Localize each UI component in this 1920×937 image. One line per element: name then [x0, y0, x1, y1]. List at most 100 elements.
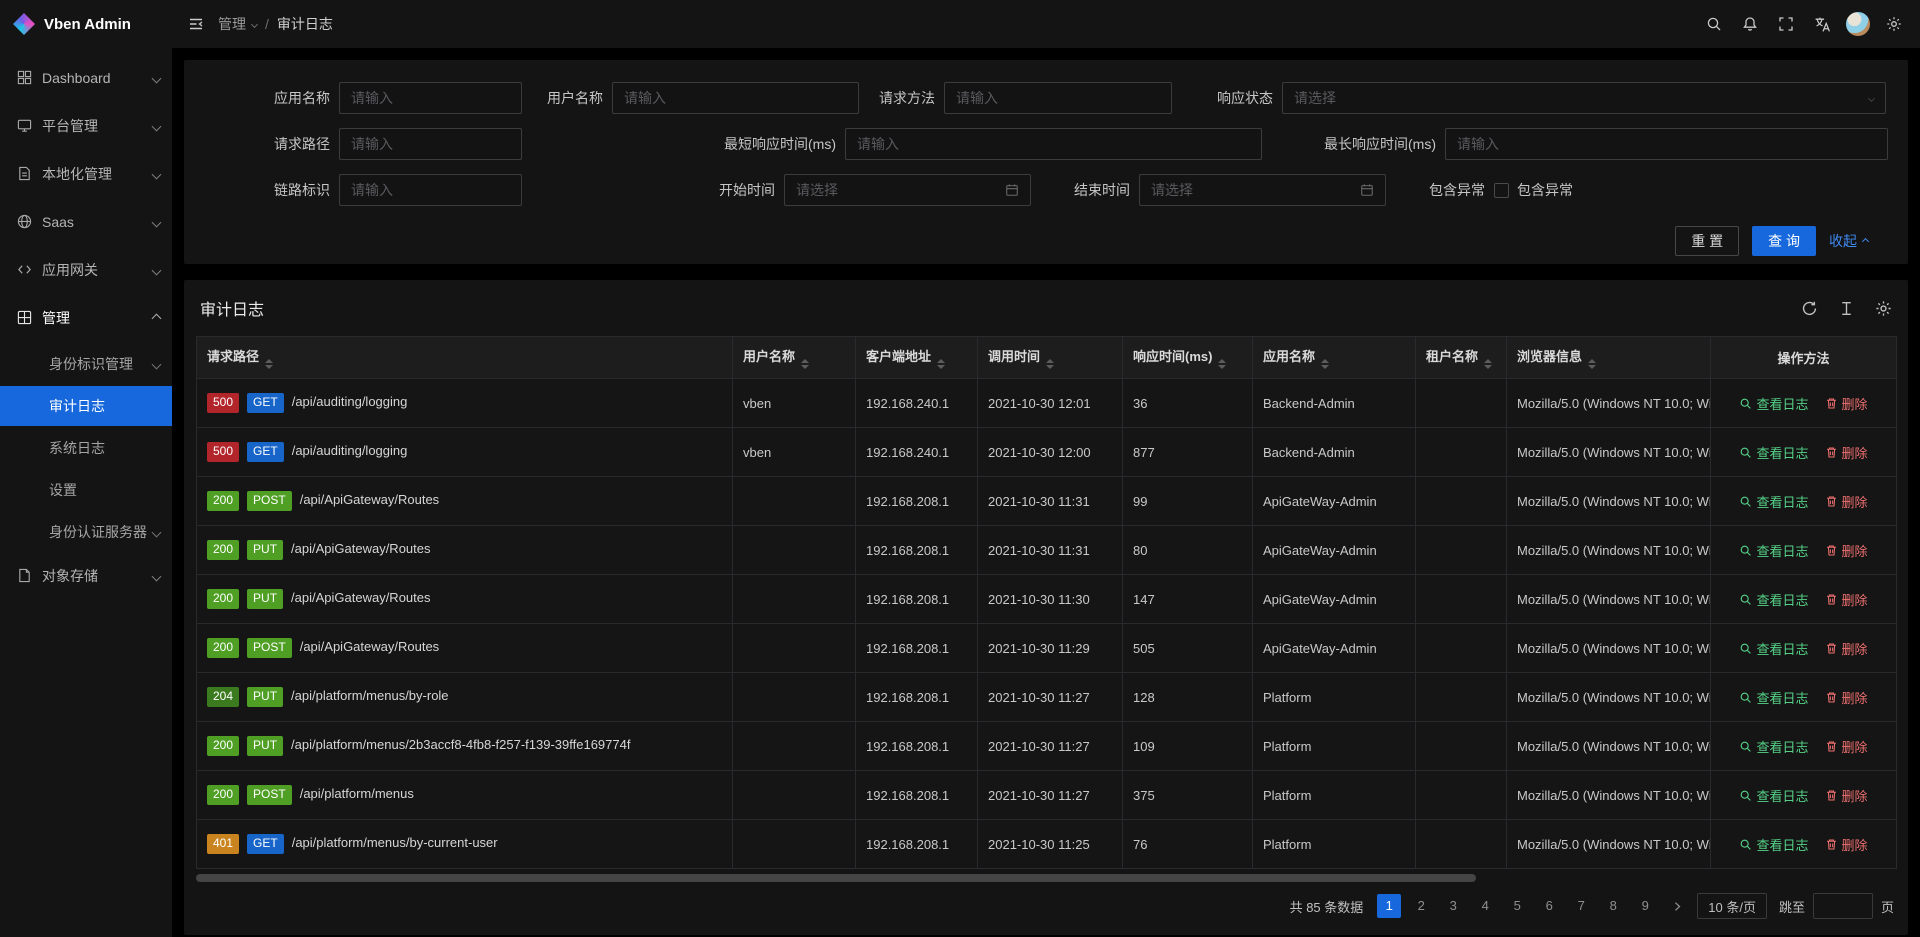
logo-icon [13, 13, 35, 35]
column-header-4[interactable]: 响应时间(ms) [1123, 337, 1253, 379]
view-log-button[interactable]: 查看日志 [1739, 590, 1808, 609]
cell-call-time: 2021-10-30 12:01 [978, 379, 1123, 428]
field-label: 用户名称 [484, 88, 612, 108]
column-header-3[interactable]: 调用时间 [978, 337, 1123, 379]
page-button-4[interactable]: 4 [1473, 894, 1497, 918]
breadcrumb-item-parent[interactable]: 管理 [218, 14, 257, 34]
view-log-button[interactable]: 查看日志 [1739, 394, 1808, 413]
search-button[interactable]: 查 询 [1752, 226, 1816, 256]
column-header-7[interactable]: 浏览器信息 [1507, 337, 1711, 379]
field-app-name: 应用名称 [184, 82, 522, 114]
page-button-2[interactable]: 2 [1409, 894, 1433, 918]
cell-client-address: 192.168.240.1 [856, 379, 978, 428]
delete-button[interactable]: 删除 [1825, 541, 1868, 560]
view-log-button[interactable]: 查看日志 [1739, 492, 1808, 511]
request-path-text: /api/ApiGateway/Routes [291, 541, 430, 556]
cell-actions: 查看日志删除 [1711, 624, 1897, 673]
http-method-input[interactable] [944, 82, 1172, 114]
delete-button[interactable]: 删除 [1825, 492, 1868, 511]
cell-actions: 查看日志删除 [1711, 820, 1897, 869]
sidebar-item-settings[interactable]: 设置 [0, 470, 172, 510]
page-button-7[interactable]: 7 [1569, 894, 1593, 918]
sidebar-item-identity-management[interactable]: 身份标识管理 [0, 344, 172, 384]
cell-client-address: 192.168.208.1 [856, 673, 978, 722]
collapse-link[interactable]: 收起 [1829, 231, 1868, 251]
sidebar-item-object-storage[interactable]: 对象存储 [0, 554, 172, 598]
status-badge: 200 [207, 638, 239, 658]
page-button-3[interactable]: 3 [1441, 894, 1465, 918]
page-button-8[interactable]: 8 [1601, 894, 1625, 918]
cell-request-path: 401GET/api/platform/menus/by-current-use… [197, 820, 733, 869]
column-header-1[interactable]: 用户名称 [733, 337, 856, 379]
status-badge: 200 [207, 736, 239, 756]
fullscreen-icon[interactable] [1768, 0, 1804, 48]
delete-button[interactable]: 删除 [1825, 835, 1868, 854]
magnifier-icon [1739, 691, 1752, 704]
notification-icon[interactable] [1732, 0, 1768, 48]
page-next-button[interactable] [1665, 894, 1689, 918]
jump-input[interactable] [1813, 893, 1873, 919]
scrollbar-thumb[interactable] [196, 874, 1476, 882]
search-icon[interactable] [1696, 0, 1732, 48]
settings-icon[interactable] [1876, 0, 1912, 48]
table-row: 401GET/api/platform/menus/by-current-use… [197, 820, 1897, 869]
cell-actions: 查看日志删除 [1711, 673, 1897, 722]
trace-id-input[interactable] [339, 174, 522, 206]
response-status-select[interactable]: 请选择 [1282, 82, 1886, 114]
cell-app-name: ApiGateWay-Admin [1253, 624, 1416, 673]
magnifier-icon [1739, 593, 1752, 606]
request-path-text: /api/platform/menus/by-current-user [292, 835, 498, 850]
delete-button[interactable]: 删除 [1825, 590, 1868, 609]
column-header-0[interactable]: 请求路径 [197, 337, 733, 379]
view-log-button[interactable]: 查看日志 [1739, 688, 1808, 707]
cell-call-time: 2021-10-30 11:30 [978, 575, 1123, 624]
chevron-down-icon [1868, 94, 1875, 101]
sidebar-item-dashboard[interactable]: Dashboard [0, 56, 172, 100]
view-log-button[interactable]: 查看日志 [1739, 786, 1808, 805]
avatar[interactable] [1840, 0, 1876, 48]
column-header-8: 操作方法 [1711, 337, 1897, 379]
max-response-time-input[interactable] [1445, 128, 1888, 160]
has-exception-checkbox[interactable] [1494, 183, 1509, 198]
page-button-9[interactable]: 9 [1633, 894, 1657, 918]
sidebar-item-audit-log[interactable]: 审计日志 [0, 386, 172, 426]
menu-fold-icon[interactable] [188, 16, 204, 32]
column-height-icon[interactable] [1838, 300, 1855, 317]
page-button-1[interactable]: 1 [1377, 894, 1401, 918]
field-label: 请求路径 [184, 134, 339, 154]
table-settings-icon[interactable] [1875, 300, 1892, 317]
sidebar-item-management[interactable]: 管理 [0, 296, 172, 340]
min-response-time-input[interactable] [845, 128, 1262, 160]
page-button-6[interactable]: 6 [1537, 894, 1561, 918]
view-log-button[interactable]: 查看日志 [1739, 835, 1808, 854]
column-header-2[interactable]: 客户端地址 [856, 337, 978, 379]
reset-button[interactable]: 重 置 [1675, 226, 1739, 256]
page-button-5[interactable]: 5 [1505, 894, 1529, 918]
delete-button[interactable]: 删除 [1825, 394, 1868, 413]
delete-button[interactable]: 删除 [1825, 737, 1868, 756]
delete-button[interactable]: 删除 [1825, 443, 1868, 462]
delete-button[interactable]: 删除 [1825, 639, 1868, 658]
sidebar-item-app-gateway[interactable]: 应用网关 [0, 248, 172, 292]
sidebar-item-platform-management[interactable]: 平台管理 [0, 104, 172, 148]
view-log-button[interactable]: 查看日志 [1739, 443, 1808, 462]
column-header-6[interactable]: 租户名称 [1416, 337, 1507, 379]
page-size-select[interactable]: 10 条/页 [1697, 893, 1767, 919]
sidebar-item-auth-server[interactable]: 身份认证服务器 [0, 512, 172, 552]
sidebar-item-saas[interactable]: Saas [0, 200, 172, 244]
sidebar-item-localization-management[interactable]: 本地化管理 [0, 152, 172, 196]
delete-button[interactable]: 删除 [1825, 786, 1868, 805]
table-body: 500GET/api/auditing/loggingvben192.168.2… [197, 379, 1897, 869]
request-path-input[interactable] [339, 128, 522, 160]
column-header-5[interactable]: 应用名称 [1253, 337, 1416, 379]
translate-icon[interactable] [1804, 0, 1840, 48]
trash-icon [1825, 593, 1838, 606]
delete-button[interactable]: 删除 [1825, 688, 1868, 707]
view-log-button[interactable]: 查看日志 [1739, 541, 1808, 560]
view-log-button[interactable]: 查看日志 [1739, 737, 1808, 756]
refresh-icon[interactable] [1801, 300, 1818, 317]
logo[interactable]: Vben Admin [0, 0, 172, 48]
sidebar-item-system-log[interactable]: 系统日志 [0, 428, 172, 468]
view-log-button[interactable]: 查看日志 [1739, 639, 1808, 658]
chevron-down-icon [251, 20, 258, 27]
